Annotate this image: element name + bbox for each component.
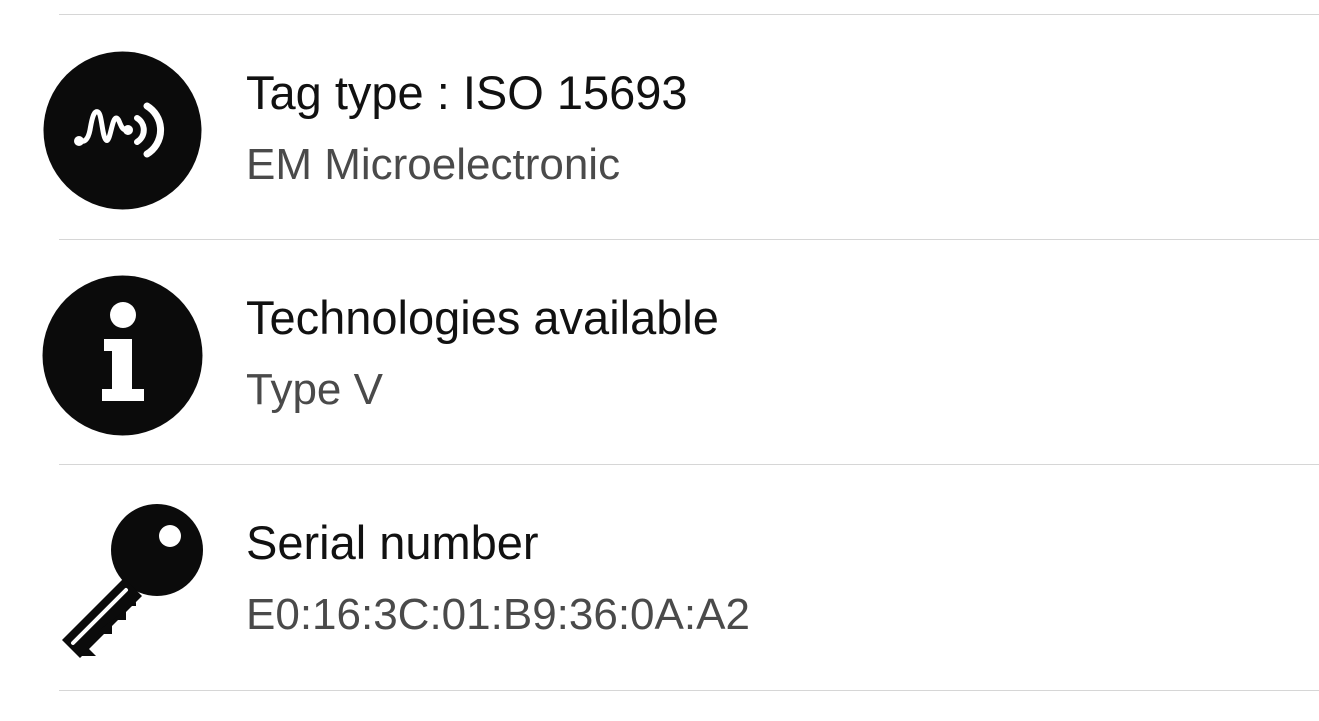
list-item-serial-number[interactable]: Serial number E0:16:3C:01:B9:36:0A:A2: [0, 465, 1319, 690]
key-icon: [40, 498, 205, 663]
nfc-signal-icon: [40, 48, 205, 213]
tag-info-list: Tag type : ISO 15693 EM Microelectronic …: [0, 0, 1319, 721]
divider: [59, 690, 1319, 691]
row-title: Technologies available: [246, 291, 719, 344]
list-item-technologies[interactable]: Technologies available Type V: [0, 240, 1319, 465]
row-subtitle: Type V: [246, 365, 383, 414]
info-icon: [40, 273, 205, 438]
row-subtitle: EM Microelectronic: [246, 140, 621, 189]
row-title: Tag type : ISO 15693: [246, 66, 688, 119]
row-title: Serial number: [246, 516, 539, 569]
list-item-tag-type[interactable]: Tag type : ISO 15693 EM Microelectronic: [0, 15, 1319, 240]
row-subtitle: E0:16:3C:01:B9:36:0A:A2: [246, 590, 750, 639]
